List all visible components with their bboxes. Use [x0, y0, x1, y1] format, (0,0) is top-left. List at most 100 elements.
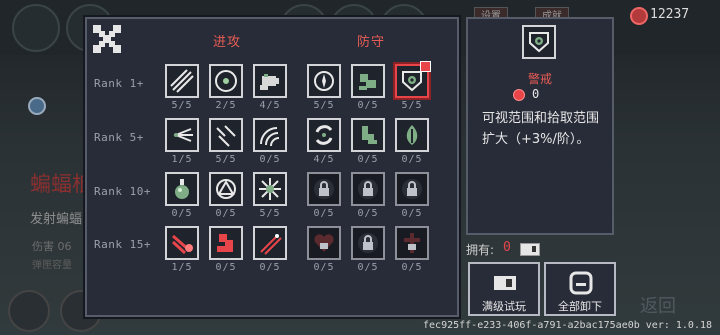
- bg-stat-damage: 伤害 06: [32, 240, 72, 253]
- skill-level: 5/5: [171, 100, 193, 111]
- skill-rune[interactable]: [209, 172, 243, 206]
- strike-icon: [260, 234, 282, 255]
- skill-level: 5/5: [313, 100, 335, 111]
- bg-stat-mag: 弹匣容量: [32, 260, 72, 271]
- boot-icon: [362, 126, 377, 144]
- skill-level: 0/5: [215, 208, 237, 219]
- skill-level: 0/5: [259, 262, 281, 273]
- unequip-button-label: 全部卸下: [558, 300, 602, 313]
- owned-value: 0: [503, 240, 511, 255]
- skill-leaf[interactable]: [395, 118, 429, 152]
- owned-label: 拥有:: [466, 243, 495, 257]
- tab-defense[interactable]: 防守: [357, 31, 385, 50]
- skill-level: 4/5: [259, 100, 281, 111]
- slash-icon: [170, 69, 194, 93]
- skill-level: 0/5: [401, 208, 423, 219]
- bg-slot: [12, 4, 60, 52]
- rank-label: Rank 1+: [94, 77, 144, 90]
- leaf-icon: [406, 125, 418, 145]
- soul-icon: [513, 89, 525, 101]
- skill-level: 0/5: [357, 262, 379, 273]
- cross-lock-icon: [404, 233, 420, 253]
- detail-skill-name: 警戒: [527, 72, 552, 86]
- skill-level: 1/5: [171, 262, 193, 273]
- skill-locked[interactable]: [395, 226, 429, 260]
- rank-label: Rank 15+: [94, 238, 151, 251]
- close-button[interactable]: [90, 22, 124, 56]
- blades-icon: [216, 125, 236, 147]
- coin-value: 12237: [650, 7, 690, 22]
- rage-icon: [217, 234, 233, 252]
- skill-locked[interactable]: [307, 172, 341, 206]
- skill-level: 0/5: [313, 262, 335, 273]
- skill-level: 5/5: [215, 154, 237, 165]
- skill-arrows[interactable]: [165, 118, 199, 152]
- skill-level: 0/5: [401, 154, 423, 165]
- trial-max-level-button[interactable]: 满级试玩: [468, 262, 540, 316]
- skill-level: 0/5: [259, 154, 281, 165]
- claw-icon: [171, 234, 193, 255]
- skill-claw[interactable]: [165, 226, 199, 260]
- skill-vigilance[interactable]: [395, 61, 431, 98]
- skill-locked[interactable]: [351, 226, 385, 260]
- lock-icon: [358, 179, 378, 199]
- bg-return-text: 返回: [640, 296, 676, 317]
- arrows-icon: [173, 128, 193, 142]
- lock-icon: [358, 233, 378, 253]
- cycle-icon: [315, 125, 333, 145]
- skill-blades[interactable]: [209, 118, 243, 152]
- skill-locked[interactable]: [395, 172, 429, 206]
- detail-skill-cost: 0: [532, 87, 540, 101]
- heart-lock-icon: [314, 234, 334, 252]
- skill-rage[interactable]: [209, 226, 243, 260]
- unequip-all-button[interactable]: 全部卸下: [544, 262, 616, 316]
- skill-level: 4/5: [313, 154, 335, 165]
- potion-icon: [175, 179, 189, 199]
- skill-wave[interactable]: [253, 118, 287, 152]
- bg-weapon-subtitle: 发射蝙蝠: [30, 212, 83, 227]
- rune-icon: [216, 179, 236, 199]
- wave-icon: [260, 127, 280, 147]
- detail-skill-description: 可视范围和拾取范围扩大（+3%/阶）。: [482, 111, 600, 147]
- skill-burst[interactable]: [253, 172, 287, 206]
- skill-locked[interactable]: [307, 226, 341, 260]
- close-icon: [93, 25, 121, 53]
- vortex-icon: [215, 70, 237, 92]
- skill-level: 0/5: [357, 154, 379, 165]
- ticket-icon: [494, 276, 516, 290]
- unequip-icon: [569, 271, 593, 295]
- skill-strike[interactable]: [253, 226, 287, 260]
- muscle-icon: [359, 74, 376, 90]
- burst-icon: [259, 178, 281, 200]
- skill-level: 0/5: [357, 208, 379, 219]
- compass-icon: [314, 71, 334, 91]
- skill-level: 0/5: [357, 100, 379, 111]
- skill-level: 0/5: [401, 262, 423, 273]
- lock-icon: [314, 179, 334, 199]
- skill-level: 5/5: [401, 100, 423, 111]
- version-text: fec925ff-e233-406f-a791-a2bac175ae0b ver…: [423, 320, 712, 331]
- skill-arm[interactable]: [351, 64, 385, 98]
- rank-label: Rank 10+: [94, 185, 151, 198]
- ticket-icon: [520, 243, 540, 256]
- skill-boot[interactable]: [351, 118, 385, 152]
- skill-locked[interactable]: [351, 172, 385, 206]
- skill-fist[interactable]: [253, 64, 287, 98]
- skill-potion[interactable]: [165, 172, 199, 206]
- skill-cycle[interactable]: [307, 118, 341, 152]
- skill-slash[interactable]: [165, 64, 199, 98]
- skill-spin[interactable]: [209, 64, 243, 98]
- bg-weapon-title: 蝙蝠柢: [30, 172, 93, 196]
- eye-shield-icon: [529, 32, 549, 53]
- tab-attack[interactable]: 进攻: [213, 31, 241, 50]
- skill-level: 0/5: [171, 208, 193, 219]
- fist-icon: [260, 74, 279, 90]
- skill-compass[interactable]: [307, 64, 341, 98]
- trial-button-label: 满级试玩: [482, 300, 526, 313]
- coin-icon: [630, 7, 648, 25]
- lock-icon: [402, 179, 422, 199]
- new-badge: [420, 61, 431, 72]
- bg-bottom-slot: [8, 290, 50, 332]
- rank-label: Rank 5+: [94, 131, 144, 144]
- skill-level: 5/5: [259, 208, 281, 219]
